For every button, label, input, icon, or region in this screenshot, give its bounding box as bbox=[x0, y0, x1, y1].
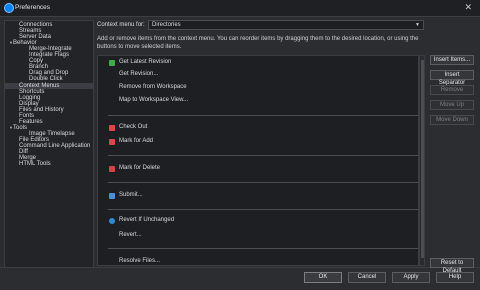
add-icon bbox=[109, 138, 115, 145]
menu-list-item[interactable]: Revert... bbox=[119, 232, 142, 239]
menu-separator[interactable] bbox=[108, 155, 418, 156]
footer-divider bbox=[0, 267, 480, 268]
tree-item-label: Command Line Application bbox=[19, 143, 91, 149]
menu-list-item[interactable]: Remove from Workspace bbox=[119, 84, 187, 91]
menu-separator[interactable] bbox=[108, 209, 418, 210]
menu-item-label: Submit... bbox=[119, 192, 143, 198]
menu-list-item[interactable]: Check Out bbox=[119, 124, 147, 131]
menu-item-label: Mark for Add bbox=[119, 138, 154, 144]
menu-item-label: Revert... bbox=[119, 232, 142, 238]
context-menu-label: Context menu for: bbox=[97, 22, 145, 28]
context-menu-select-value: Directories bbox=[152, 22, 181, 28]
menu-item-label: Check Out bbox=[119, 124, 148, 130]
reset-to-default-button[interactable]: Reset to Default bbox=[430, 258, 474, 274]
move-down-button[interactable]: Move Down bbox=[430, 115, 474, 125]
menu-item-label: Get Latest Revision bbox=[119, 59, 172, 65]
menu-separator[interactable] bbox=[108, 182, 418, 183]
menu-list-item[interactable]: Mark for Delete bbox=[119, 165, 160, 172]
tree-item[interactable]: ▼Tools bbox=[9, 125, 27, 131]
cancel-button[interactable]: Cancel bbox=[348, 272, 386, 283]
insert-separator-button[interactable]: Insert Separator bbox=[430, 70, 474, 86]
menu-separator[interactable] bbox=[108, 115, 418, 116]
menu-list-item[interactable]: Get Revision... bbox=[119, 71, 158, 78]
delete-icon bbox=[109, 165, 115, 172]
revert-icon bbox=[109, 217, 115, 224]
tree-item-label: HTML Tools bbox=[19, 161, 51, 168]
context-menu-select[interactable]: Directories ▼ bbox=[148, 20, 424, 30]
menu-list-item[interactable]: Resolve Files... bbox=[119, 258, 160, 265]
menu-list-item[interactable]: Mark for Add bbox=[119, 138, 153, 145]
menu-item-label: Map to Workspace View... bbox=[119, 97, 189, 103]
tree-item[interactable]: HTML Tools bbox=[19, 161, 51, 167]
remove-button[interactable]: Remove bbox=[430, 85, 474, 95]
menu-list-item[interactable]: Map to Workspace View... bbox=[119, 97, 188, 104]
insert-items-button[interactable]: Insert Items... bbox=[430, 55, 474, 65]
menu-list-item[interactable]: Submit... bbox=[119, 192, 143, 199]
menu-item-label: Resolve Files... bbox=[119, 258, 161, 264]
tree-item[interactable]: Command Line Application bbox=[19, 143, 90, 149]
menu-item-label: Get Revision... bbox=[119, 71, 159, 77]
menu-item-label: Revert If Unchanged bbox=[119, 217, 175, 223]
list-scrollbar[interactable] bbox=[419, 55, 425, 266]
apply-button[interactable]: Apply bbox=[392, 272, 430, 283]
menu-list-item[interactable]: Get Latest Revision bbox=[119, 59, 171, 66]
instructions-text: Add or remove items from the context men… bbox=[97, 36, 419, 50]
checkout-icon bbox=[109, 124, 115, 131]
title-bar: Preferences ✕ bbox=[0, 0, 480, 17]
move-up-button[interactable]: Move Up bbox=[430, 100, 474, 110]
tree-item-label: Tools bbox=[13, 124, 28, 131]
scrollbar-thumb[interactable] bbox=[421, 60, 424, 258]
menu-separator[interactable] bbox=[108, 248, 418, 249]
preferences-tree[interactable]: Connections Streams Server Data ▼Behavior Me… bbox=[4, 20, 94, 268]
submit-icon bbox=[109, 192, 115, 199]
app-icon bbox=[4, 3, 14, 13]
ok-button[interactable]: OK bbox=[304, 272, 342, 283]
menu-item-label: Remove from Workspace bbox=[119, 84, 187, 90]
menu-item-label: Mark for Delete bbox=[119, 165, 161, 171]
window-title: Preferences bbox=[15, 4, 51, 11]
get-latest-icon bbox=[109, 59, 115, 66]
close-icon[interactable]: ✕ bbox=[464, 2, 472, 12]
chevron-down-icon: ▼ bbox=[415, 22, 420, 28]
menu-list-item[interactable]: Revert If Unchanged bbox=[119, 217, 174, 224]
